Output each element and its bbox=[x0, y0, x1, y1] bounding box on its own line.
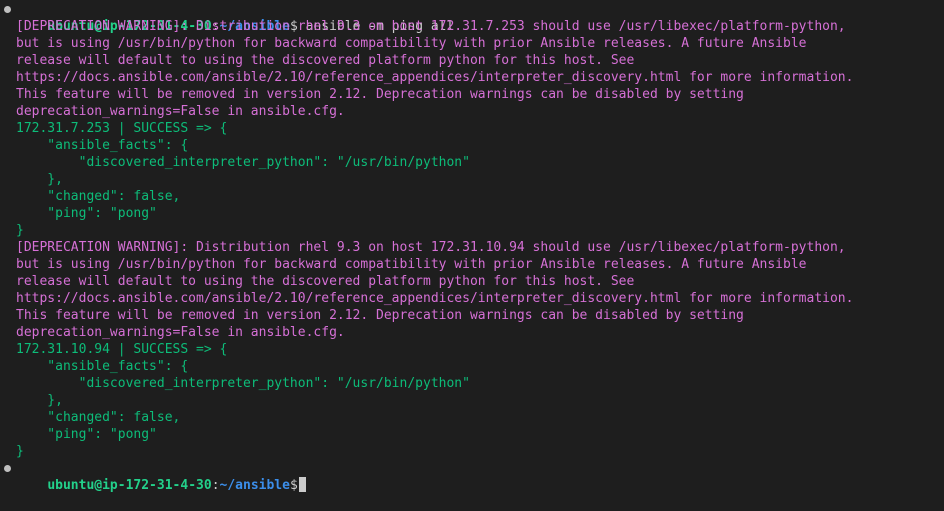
output-line: deprecation_warnings=False in ansible.cf… bbox=[16, 104, 345, 119]
output-line: https://docs.ansible.com/ansible/2.10/re… bbox=[16, 70, 854, 85]
output-line: release will default to using the discov… bbox=[16, 274, 635, 289]
circle-dot-icon[interactable] bbox=[4, 465, 11, 472]
output-line: "ansible_facts": { bbox=[16, 138, 189, 153]
output-line: "changed": false, bbox=[16, 410, 181, 425]
output-line: 172.31.10.94 | SUCCESS => { bbox=[16, 342, 228, 357]
circle-dot-icon[interactable] bbox=[4, 6, 11, 13]
terminal-cursor bbox=[298, 477, 306, 492]
command-output: [DEPRECATION WARNING]: Distribution rhel… bbox=[0, 18, 944, 460]
output-line: } bbox=[16, 444, 24, 459]
current-prompt-line[interactable]: ubuntu@ip-172-31-4-30:~/ansible$ bbox=[0, 460, 944, 493]
output-line: but is using /usr/bin/python for backwar… bbox=[16, 36, 807, 51]
output-line: "ansible_facts": { bbox=[16, 359, 189, 374]
output-line: }, bbox=[16, 172, 63, 187]
output-line: "ping": "pong" bbox=[16, 427, 157, 442]
output-line: "discovered_interpreter_python": "/usr/b… bbox=[16, 376, 470, 391]
output-line: "changed": false, bbox=[16, 189, 181, 204]
output-line: deprecation_warnings=False in ansible.cf… bbox=[16, 325, 345, 340]
output-line: "ping": "pong" bbox=[16, 206, 157, 221]
output-line: release will default to using the discov… bbox=[16, 53, 635, 68]
output-line: }, bbox=[16, 393, 63, 408]
output-line: This feature will be removed in version … bbox=[16, 87, 744, 102]
output-line: This feature will be removed in version … bbox=[16, 308, 744, 323]
output-line: } bbox=[16, 223, 24, 238]
command-line: ubuntu@ip-172-31-4-30:~/ansible$ ansible… bbox=[0, 1, 944, 34]
output-line: "discovered_interpreter_python": "/usr/b… bbox=[16, 155, 470, 170]
output-line: [DEPRECATION WARNING]: Distribution rhel… bbox=[16, 19, 846, 34]
output-line: 172.31.7.253 | SUCCESS => { bbox=[16, 121, 228, 136]
output-line: https://docs.ansible.com/ansible/2.10/re… bbox=[16, 291, 854, 306]
output-line: [DEPRECATION WARNING]: Distribution rhel… bbox=[16, 240, 846, 255]
output-line: but is using /usr/bin/python for backwar… bbox=[16, 257, 807, 272]
terminal-window[interactable]: ubuntu@ip-172-31-4-30:~/ansible$ ansible… bbox=[0, 0, 944, 493]
